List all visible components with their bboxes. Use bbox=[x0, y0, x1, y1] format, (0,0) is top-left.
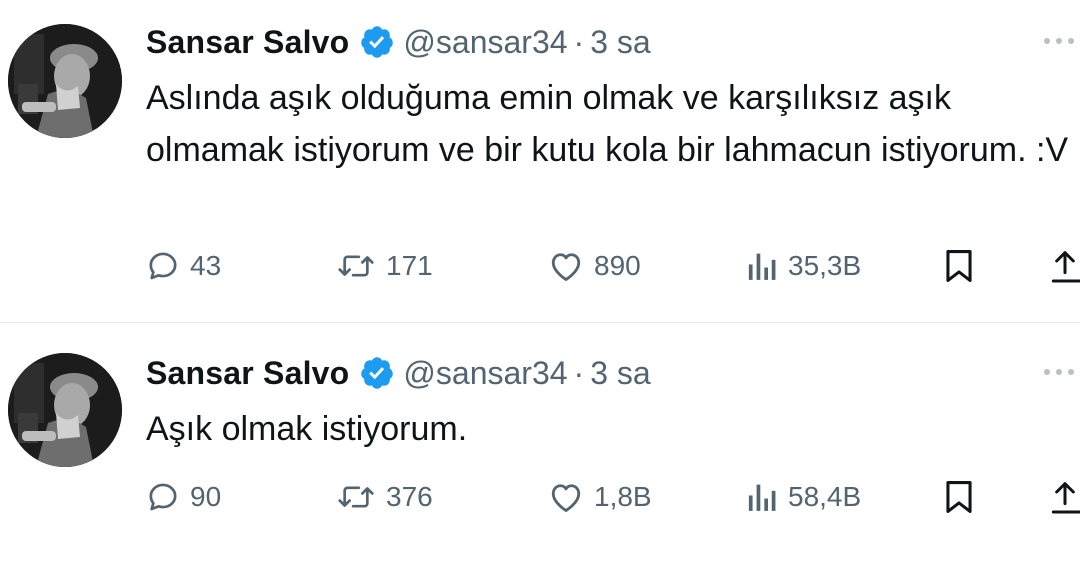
tweet-time[interactable]: 3 sa bbox=[590, 24, 650, 61]
reply-count: 90 bbox=[190, 481, 222, 512]
repost-button[interactable]: 376 bbox=[336, 477, 433, 517]
tweet-time[interactable]: 3 sa bbox=[590, 355, 650, 392]
reply-button[interactable]: 90 bbox=[146, 477, 221, 517]
separator-dot: · bbox=[573, 23, 585, 60]
tweet[interactable]: Sansar Salvo @sansar34 · 3 sa Aşık olmak… bbox=[0, 323, 1080, 562]
views-count: 35,3B bbox=[788, 250, 862, 281]
tweet-actions: 90 376 1,8B 58,4B bbox=[146, 477, 1080, 517]
like-icon bbox=[551, 484, 581, 512]
author-name[interactable]: Sansar Salvo bbox=[146, 24, 349, 61]
reply-icon bbox=[149, 483, 177, 511]
tweet-header: Sansar Salvo @sansar34 · 3 sa bbox=[146, 20, 651, 64]
verified-badge-icon[interactable] bbox=[359, 24, 395, 60]
avatar-photo bbox=[8, 24, 122, 138]
share-button[interactable] bbox=[1050, 477, 1080, 517]
author-handle[interactable]: @sansar34 bbox=[403, 355, 567, 392]
avatar-photo bbox=[8, 353, 122, 467]
like-button[interactable]: 890 bbox=[548, 246, 641, 286]
bookmark-icon bbox=[946, 250, 972, 282]
like-button[interactable]: 1,8B bbox=[548, 477, 652, 517]
share-icon bbox=[1051, 251, 1080, 283]
bookmark-button[interactable] bbox=[942, 477, 976, 517]
repost-icon bbox=[338, 486, 374, 508]
tweet[interactable]: Sansar Salvo @sansar34 · 3 sa Aslında aş… bbox=[0, 0, 1080, 322]
more-icon[interactable] bbox=[1042, 367, 1076, 377]
share-icon bbox=[1051, 482, 1080, 514]
tweet-feed: Sansar Salvo @sansar34 · 3 sa Aslında aş… bbox=[0, 0, 1080, 562]
author-handle[interactable]: @sansar34 bbox=[403, 24, 567, 61]
tweet-text: Aslında aşık olduğuma emin olmak ve karş… bbox=[146, 79, 1069, 169]
repost-button[interactable]: 171 bbox=[336, 246, 433, 286]
tweet-actions: 43 171 890 35,3B bbox=[146, 246, 1080, 286]
repost-count: 171 bbox=[386, 250, 433, 281]
separator-dot: · bbox=[573, 354, 585, 391]
reply-button[interactable]: 43 bbox=[146, 246, 221, 286]
views-button[interactable]: 58,4B bbox=[746, 477, 861, 517]
views-icon bbox=[748, 253, 776, 280]
like-count: 890 bbox=[594, 250, 641, 281]
bookmark-button[interactable] bbox=[942, 246, 976, 286]
like-count: 1,8B bbox=[594, 481, 652, 512]
more-icon[interactable] bbox=[1042, 36, 1076, 46]
like-icon bbox=[551, 253, 581, 281]
tweet-header: Sansar Salvo @sansar34 · 3 sa bbox=[146, 351, 651, 395]
repost-icon bbox=[338, 255, 374, 277]
views-button[interactable]: 35,3B bbox=[746, 246, 861, 286]
bookmark-icon bbox=[946, 481, 972, 513]
share-button[interactable] bbox=[1050, 246, 1080, 286]
tweet-text: Aşık olmak istiyorum. bbox=[146, 410, 468, 448]
repost-count: 376 bbox=[386, 481, 433, 512]
reply-icon bbox=[149, 252, 177, 280]
reply-count: 43 bbox=[190, 250, 222, 281]
avatar[interactable] bbox=[8, 353, 122, 467]
views-icon bbox=[748, 484, 776, 511]
avatar[interactable] bbox=[8, 24, 122, 138]
author-name[interactable]: Sansar Salvo bbox=[146, 355, 349, 392]
views-count: 58,4B bbox=[788, 481, 862, 512]
verified-badge-icon[interactable] bbox=[359, 355, 395, 391]
